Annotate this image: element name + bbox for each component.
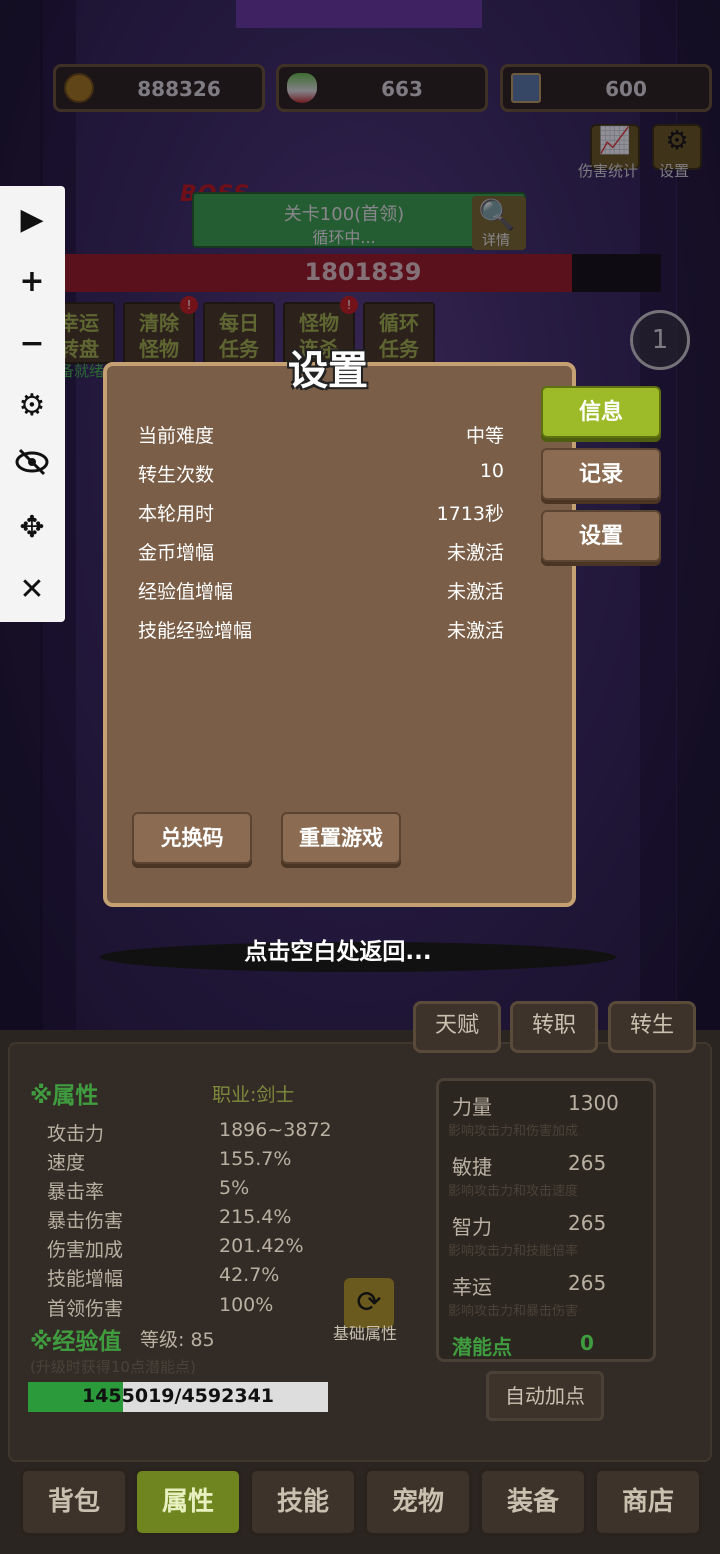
stat-value: 1300: [568, 1091, 619, 1115]
return-hint: 点击空白处返回...: [244, 939, 432, 965]
stat-desc: 影响攻击力和伤害加成: [448, 1124, 579, 1139]
nav-bag[interactable]: 背包: [20, 1468, 128, 1536]
rebirth-tab[interactable]: 转生: [608, 1001, 696, 1053]
stat-name: 敏捷: [452, 1155, 492, 1179]
play-icon[interactable]: ▶: [10, 198, 54, 242]
stat-desc: 影响攻击力和技能倍率: [448, 1244, 579, 1259]
exp-hint: (升级时获得10点潜能点): [30, 1358, 196, 1376]
eye-off-icon[interactable]: [10, 444, 54, 488]
attr-label: 攻击力: [47, 1123, 105, 1145]
floating-toolbar: ▶ + − ⚙ ✥ ✕: [0, 186, 65, 622]
stat-value: 265: [568, 1211, 607, 1235]
attr-value: 201.42%: [219, 1235, 304, 1257]
gear-icon[interactable]: ⚙: [10, 384, 54, 428]
attributes-title: ※属性: [30, 1083, 99, 1109]
refresh-icon: ⟳: [356, 1285, 382, 1320]
info-label: 经验值增幅: [138, 581, 234, 603]
info-value: 未激活: [446, 542, 504, 564]
experience-value: 1455019/4592341: [81, 1385, 275, 1407]
talent-tab[interactable]: 天赋: [413, 1001, 501, 1053]
info-label: 转生次数: [138, 464, 215, 486]
potential-label: 潜能点: [452, 1335, 512, 1359]
stat-name: 智力: [452, 1215, 492, 1239]
dialog-title: 设置: [288, 348, 368, 394]
attr-label: 暴击率: [47, 1181, 105, 1203]
redeem-code-button[interactable]: 兑换码: [132, 812, 252, 864]
nav-skills[interactable]: 技能: [249, 1468, 357, 1536]
attr-value: 155.7%: [219, 1148, 292, 1170]
experience-title: ※经验值: [30, 1329, 122, 1355]
info-label: 技能经验增幅: [138, 620, 253, 642]
attr-value: 215.4%: [219, 1206, 292, 1228]
attr-value: 100%: [219, 1294, 274, 1316]
stat-name: 幸运: [452, 1275, 492, 1299]
tab-info[interactable]: 信息: [541, 386, 661, 438]
nav-attributes[interactable]: 属性: [134, 1468, 242, 1536]
info-label: 当前难度: [138, 425, 215, 447]
tab-settings[interactable]: 设置: [541, 510, 661, 562]
job-change-tab[interactable]: 转职: [510, 1001, 598, 1053]
experience-bar: 1455019/4592341: [28, 1382, 328, 1412]
attr-value: 5%: [219, 1177, 250, 1199]
reset-game-button[interactable]: 重置游戏: [281, 812, 401, 864]
stat-desc: 影响攻击力和攻击速度: [448, 1184, 579, 1199]
close-icon[interactable]: ✕: [10, 568, 54, 612]
minus-icon[interactable]: −: [10, 322, 54, 366]
job-label: 职业:剑士: [212, 1084, 295, 1106]
attr-value: 42.7%: [219, 1264, 280, 1286]
stat-desc: 影响攻击力和暴击伤害: [448, 1304, 579, 1319]
attr-label: 伤害加成: [47, 1239, 124, 1261]
nav-equipment[interactable]: 装备: [479, 1468, 587, 1536]
info-value: 未激活: [446, 581, 504, 603]
info-value: 未激活: [446, 620, 504, 642]
auto-allocate-button[interactable]: 自动加点: [486, 1371, 604, 1421]
info-value: 10: [479, 460, 504, 482]
info-value: 1713秒: [436, 503, 504, 525]
base-attr-label: 基础属性: [333, 1324, 398, 1343]
attr-label: 技能增幅: [47, 1268, 124, 1290]
attr-value: 1896~3872: [219, 1119, 332, 1141]
potential-value: 0: [580, 1331, 594, 1355]
nav-shop[interactable]: 商店: [594, 1468, 702, 1536]
stat-value: 265: [568, 1271, 607, 1295]
info-label: 本轮用时: [138, 503, 215, 525]
tab-records[interactable]: 记录: [541, 448, 661, 500]
info-label: 金币增幅: [138, 542, 215, 564]
attr-label: 速度: [47, 1152, 86, 1174]
stat-name: 力量: [452, 1095, 492, 1119]
level-label: 等级: 85: [140, 1329, 215, 1351]
plus-icon[interactable]: +: [10, 260, 54, 304]
attr-label: 首领伤害: [47, 1298, 124, 1320]
info-value: 中等: [465, 425, 504, 447]
move-icon[interactable]: ✥: [10, 506, 54, 550]
stat-value: 265: [568, 1151, 607, 1175]
attr-label: 暴击伤害: [47, 1210, 124, 1232]
nav-pets[interactable]: 宠物: [364, 1468, 472, 1536]
